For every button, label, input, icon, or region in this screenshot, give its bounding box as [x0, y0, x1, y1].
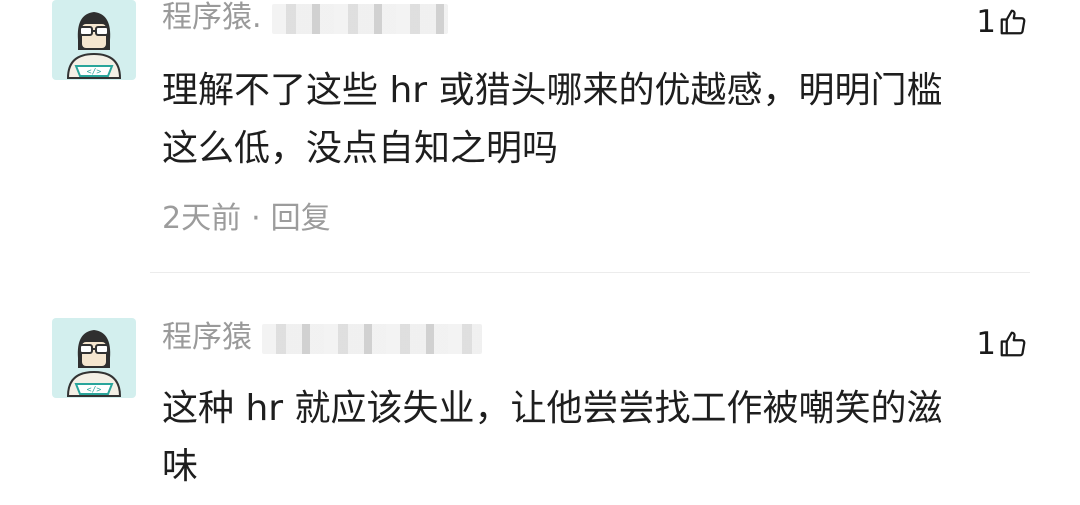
username-mosaic [272, 4, 448, 34]
comment-content: 这种 hr 就应该失业，让他尝尝找工作被嘲笑的滋 味 [162, 380, 1022, 496]
avatar[interactable]: </> [52, 0, 136, 80]
thumbs-up-icon [1000, 9, 1026, 35]
like-button[interactable]: 1 [976, 326, 1028, 362]
reply-button[interactable]: 回复 [271, 201, 331, 236]
username[interactable]: 程序猿 [162, 320, 252, 356]
comment-line: 这么低，没点自知之明吗 [162, 128, 559, 169]
thumbs-up-icon [1000, 331, 1026, 357]
like-count: 1 [976, 4, 996, 40]
avatar[interactable]: </> [52, 318, 136, 398]
like-count: 1 [976, 326, 996, 362]
divider [150, 272, 1030, 273]
meta-separator: · [251, 201, 261, 236]
comment-line: 味 [162, 446, 199, 487]
comment-content: 理解不了这些 hr 或猎头哪来的优越感，明明门槛 这么低，没点自知之明吗 [162, 62, 1022, 178]
comment-time: 2天前 [162, 201, 242, 236]
like-button[interactable]: 1 [976, 4, 1028, 40]
comment-line: 这种 hr 就应该失业，让他尝尝找工作被嘲笑的滋 [162, 388, 943, 429]
comment-line: 理解不了这些 hr 或猎头哪来的优越感，明明门槛 [162, 70, 943, 111]
programmer-avatar-icon: </> [66, 12, 122, 79]
programmer-avatar-icon: </> [66, 330, 122, 397]
username-text: 程序猿. [162, 0, 262, 35]
svg-text:</>: </> [87, 67, 102, 76]
comment-meta: 2天前 · 回复 [162, 201, 331, 237]
svg-text:</>: </> [87, 385, 102, 394]
username-text: 程序猿 [162, 320, 252, 355]
username[interactable]: 程序猿. [162, 0, 262, 36]
username-mosaic [262, 324, 482, 354]
